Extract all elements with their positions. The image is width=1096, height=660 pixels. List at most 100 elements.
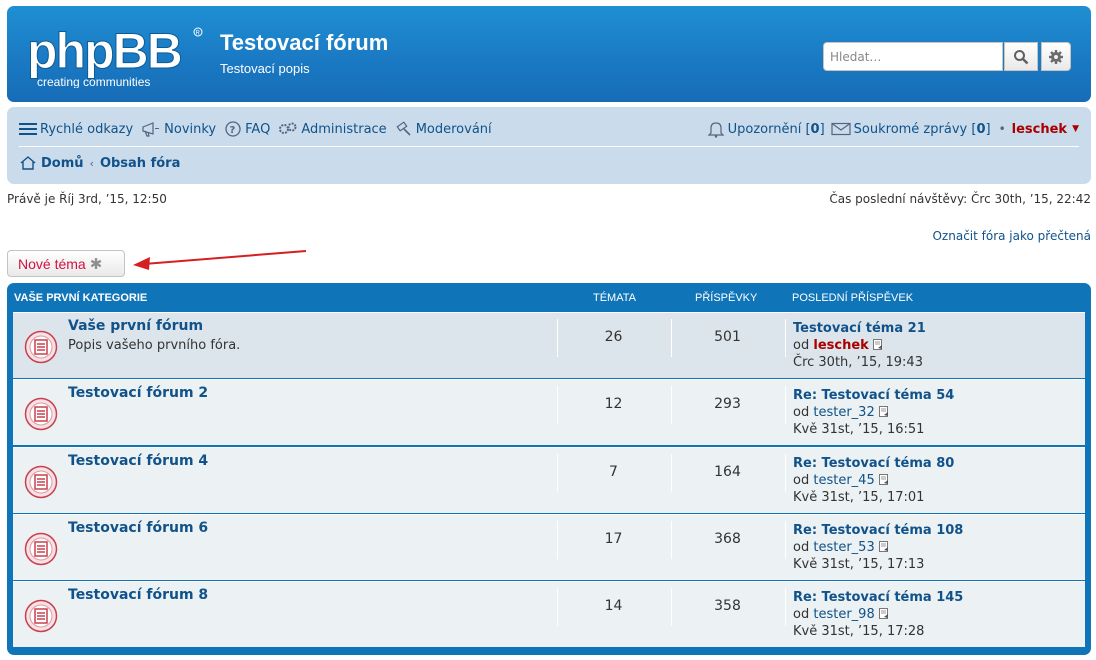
home-icon bbox=[20, 156, 36, 170]
user-menu[interactable]: leschek ▼ bbox=[1012, 122, 1079, 137]
megaphone-icon bbox=[142, 122, 160, 137]
notifications-count: 0 bbox=[810, 121, 820, 137]
question-icon: ? bbox=[225, 121, 241, 137]
envelope-icon bbox=[831, 122, 851, 136]
forum-posts-count: 368 bbox=[714, 530, 741, 547]
last-post-date: Kvě 31st, ’15, 16:51 bbox=[793, 422, 925, 438]
forum-row: Testovací fórum 8 14 358 Re: Testovací téma… bbox=[13, 581, 1085, 648]
view-latest-post-icon[interactable] bbox=[878, 540, 889, 552]
last-post-title[interactable]: Re: Testovací téma 54 bbox=[793, 387, 954, 404]
breadcrumb-home[interactable]: Domů bbox=[41, 156, 84, 171]
navbar: Rychlé odkazy Novinky ? FAQ Administrace… bbox=[7, 107, 1091, 184]
col-posts-header: Příspěvky bbox=[695, 292, 758, 304]
column-divider bbox=[785, 386, 786, 425]
category-title[interactable]: Vaše první kategorie bbox=[14, 292, 147, 304]
forum-name[interactable]: Testovací fórum 6 bbox=[68, 520, 208, 536]
last-post-by-label: od bbox=[793, 338, 810, 353]
new-topic-button[interactable]: Nové téma ✱ bbox=[7, 250, 125, 277]
svg-text:R: R bbox=[196, 31, 201, 37]
breadcrumb-index[interactable]: Obsah fóra bbox=[100, 156, 180, 171]
forum-description: Popis vašeho prvního fóra. bbox=[68, 338, 241, 353]
phpbb-logo[interactable]: phpBB R creating communities bbox=[25, 22, 205, 88]
last-post-by-label: od bbox=[793, 472, 810, 488]
forum-row: Testovací fórum 2 12 293 Re: Testovací téma… bbox=[13, 379, 1085, 446]
gears-icon bbox=[279, 122, 297, 134]
col-last-post-header: Poslední příspěvek bbox=[792, 292, 914, 304]
forum-read-icon bbox=[24, 397, 58, 431]
admin-label: Administrace bbox=[301, 121, 387, 137]
forum-topics-count: 7 bbox=[609, 463, 618, 480]
forum-posts-count: 164 bbox=[714, 463, 741, 480]
breadcrumb: Domů ‹ Obsah fóra bbox=[19, 155, 180, 171]
col-topics-header: Témata bbox=[593, 292, 636, 304]
search-button[interactable] bbox=[1004, 42, 1038, 71]
site-description: Testovací popis bbox=[220, 61, 310, 76]
forum-read-icon bbox=[24, 465, 58, 499]
view-latest-post-icon[interactable] bbox=[878, 607, 889, 620]
forum-name[interactable]: Testovací fórum 8 bbox=[68, 587, 208, 603]
forum-posts-count: 293 bbox=[714, 396, 741, 413]
new-topic-label: Nové téma bbox=[18, 255, 86, 272]
last-post-title[interactable]: Re: Testovací téma 80 bbox=[793, 455, 954, 472]
last-post-date: Črc 30th, ’15, 19:43 bbox=[793, 355, 923, 370]
moderate-label: Moderování bbox=[415, 121, 492, 137]
quick-links-label: Rychlé odkazy bbox=[40, 121, 134, 137]
last-post-author[interactable]: tester_32 bbox=[813, 405, 874, 420]
last-post-title[interactable]: Testovací téma 21 bbox=[793, 320, 926, 337]
search-input[interactable] bbox=[824, 43, 1002, 70]
navbar-divider bbox=[19, 146, 1079, 147]
site-title[interactable]: Testovací fórum bbox=[220, 30, 388, 56]
last-post-date: Kvě 31st, ’15, 17:01 bbox=[793, 489, 925, 505]
search-box bbox=[823, 42, 1003, 71]
faq-label: FAQ bbox=[245, 121, 271, 137]
mark-forums-read-link[interactable]: Označit fóra jako přečtená bbox=[932, 229, 1091, 243]
forum-topics-count: 17 bbox=[604, 530, 623, 547]
caret-down-icon: ▼ bbox=[1072, 124, 1079, 134]
view-latest-post-icon[interactable] bbox=[878, 473, 889, 485]
last-post-title[interactable]: Re: Testovací téma 108 bbox=[793, 522, 963, 539]
faq-link[interactable]: ? FAQ bbox=[224, 121, 270, 137]
admin-link[interactable]: Administrace bbox=[278, 121, 387, 137]
news-label: Novinky bbox=[164, 121, 217, 137]
last-post-author[interactable]: leschek bbox=[813, 338, 868, 353]
forum-name[interactable]: Testovací fórum 4 bbox=[68, 453, 208, 469]
view-latest-post-icon[interactable] bbox=[878, 405, 889, 418]
forum-topics-count: 12 bbox=[604, 396, 623, 413]
forum-read-icon bbox=[24, 532, 58, 566]
column-divider bbox=[785, 453, 786, 492]
forum-read-icon bbox=[24, 599, 58, 633]
last-post-info: Testovací téma 21 od leschek Črc 30th, ’15… bbox=[793, 320, 926, 371]
moderate-link[interactable]: Moderování bbox=[395, 121, 492, 137]
last-post-author[interactable]: tester_53 bbox=[813, 540, 874, 555]
last-post-date: Kvě 31st, ’15, 17:28 bbox=[793, 624, 925, 640]
last-post-info: Re: Testovací téma 145 od tester_98 Kvě 31… bbox=[793, 589, 963, 640]
last-post-info: Re: Testovací téma 108 od tester_53 Kvě 31… bbox=[793, 522, 963, 573]
forum-read-icon bbox=[24, 330, 58, 364]
column-divider bbox=[785, 520, 786, 559]
hamburger-icon bbox=[19, 123, 37, 135]
notifications-link[interactable]: Upozornění [0] bbox=[707, 121, 825, 138]
forum-row: Testovací fórum 6 17 368 Re: Testovací téma… bbox=[13, 513, 1085, 580]
quick-links-menu[interactable]: Rychlé odkazy bbox=[19, 122, 133, 137]
last-post-title[interactable]: Re: Testovací téma 145 bbox=[793, 589, 963, 606]
separator-dot: • bbox=[998, 122, 1006, 136]
username: leschek bbox=[1011, 121, 1068, 137]
view-latest-post-icon[interactable] bbox=[872, 338, 883, 350]
last-post-by-label: od bbox=[793, 539, 810, 555]
last-post-author[interactable]: tester_98 bbox=[813, 607, 874, 622]
bell-icon bbox=[707, 121, 725, 138]
last-post-by-label: od bbox=[793, 405, 810, 421]
forum-name[interactable]: Testovací fórum 2 bbox=[68, 385, 208, 401]
column-divider bbox=[785, 588, 786, 627]
breadcrumb-chevron-icon: ‹ bbox=[89, 156, 94, 170]
svg-text:?: ? bbox=[230, 125, 236, 136]
advanced-search-button[interactable] bbox=[1041, 42, 1071, 71]
news-link[interactable]: Novinky bbox=[141, 121, 216, 137]
last-post-author[interactable]: tester_45 bbox=[813, 473, 874, 488]
last-post-by-label: od bbox=[793, 607, 810, 623]
forum-row: Testovací fórum 4 7 164 Re: Testovací téma … bbox=[13, 446, 1085, 513]
search-icon bbox=[1014, 49, 1029, 64]
forum-name[interactable]: Vaše první fórum bbox=[68, 318, 203, 334]
forum-topics-count: 14 bbox=[604, 598, 623, 615]
private-messages-link[interactable]: Soukromé zprávy [0] bbox=[831, 122, 991, 137]
